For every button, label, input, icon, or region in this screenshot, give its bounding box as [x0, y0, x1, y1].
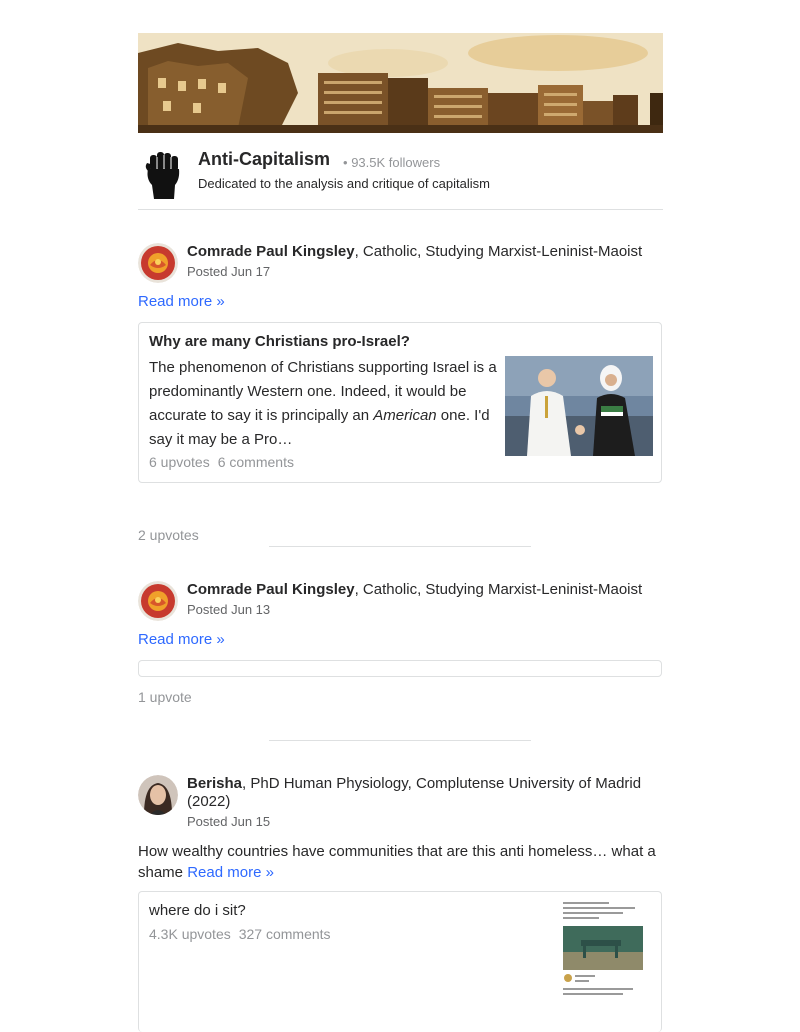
- card-comments[interactable]: 327 comments: [239, 926, 331, 942]
- shared-question-card[interactable]: where do i sit? 4.3K upvotes 327 comments: [138, 891, 662, 1032]
- answer-preview: The phenomenon of Christians supporting …: [149, 356, 499, 452]
- read-more-link[interactable]: Read more »: [138, 631, 225, 648]
- followers-count: 93.5K followers: [351, 155, 441, 170]
- author-line: Comrade Paul Kingsley, Catholic, Studyin…: [187, 243, 657, 261]
- post-upvotes[interactable]: 1 upvote: [138, 689, 192, 705]
- space-followers: • 93.5K followers: [343, 155, 440, 170]
- space-info: Anti-Capitalism • 93.5K followers Dedica…: [138, 133, 663, 210]
- card-comments[interactable]: 6 comments: [218, 454, 294, 470]
- author-avatar[interactable]: [138, 243, 178, 283]
- raised-fist-icon: [144, 149, 184, 201]
- author-avatar[interactable]: [138, 775, 178, 815]
- card-upvotes: 4.3K upvotes: [149, 926, 231, 942]
- post-date[interactable]: Posted Jun 15: [187, 814, 270, 829]
- read-more-link[interactable]: Read more »: [187, 864, 274, 881]
- author-name[interactable]: Berisha: [187, 775, 242, 792]
- card-stats: 6 upvotes 6 comments: [149, 454, 294, 470]
- post-upvotes[interactable]: 2 upvotes: [138, 527, 199, 543]
- space-description: Dedicated to the analysis and critique o…: [198, 176, 490, 191]
- card-upvotes: 6 upvotes: [149, 454, 210, 470]
- feed-divider: [269, 740, 531, 741]
- author-avatar[interactable]: [138, 581, 178, 621]
- author-credential: , PhD Human Physiology, Complutense Univ…: [187, 775, 642, 810]
- space-title[interactable]: Anti-Capitalism: [198, 149, 330, 170]
- shared-question-card[interactable]: Why are many Christians pro-Israel? The …: [138, 322, 662, 483]
- tweet-screenshot-thumbnail[interactable]: [559, 900, 649, 1000]
- answer-thumbnail-image[interactable]: [505, 356, 653, 456]
- empty-shared-card[interactable]: [138, 660, 662, 677]
- card-stats: 4.3K upvotes 327 comments: [149, 926, 331, 942]
- read-more-link[interactable]: Read more »: [138, 293, 225, 310]
- feed-post: Comrade Paul Kingsley, Catholic, Studyin…: [138, 581, 663, 711]
- post-date[interactable]: Posted Jun 17: [187, 264, 270, 279]
- answer-text-italic: American: [373, 407, 437, 424]
- author-name[interactable]: Comrade Paul Kingsley: [187, 243, 355, 260]
- feed-column: Anti-Capitalism • 93.5K followers Dedica…: [138, 33, 663, 1032]
- author-line: Berisha, PhD Human Physiology, Compluten…: [187, 775, 657, 811]
- feed-post: Comrade Paul Kingsley, Catholic, Studyin…: [138, 243, 663, 543]
- post-date[interactable]: Posted Jun 13: [187, 602, 270, 617]
- post-snippet: How wealthy countries have communities t…: [138, 841, 658, 883]
- feed-post: Berisha, PhD Human Physiology, Compluten…: [138, 775, 663, 1032]
- feed-divider: [269, 546, 531, 547]
- question-title[interactable]: Why are many Christians pro-Israel?: [149, 333, 410, 350]
- space-banner-image: [138, 33, 663, 133]
- author-line: Comrade Paul Kingsley, Catholic, Studyin…: [187, 581, 657, 599]
- question-title[interactable]: where do i sit?: [149, 902, 246, 919]
- author-name[interactable]: Comrade Paul Kingsley: [187, 581, 355, 598]
- author-credential: , Catholic, Studying Marxist-Leninist-Ma…: [354, 243, 643, 260]
- meta-separator: •: [343, 155, 348, 170]
- author-credential: , Catholic, Studying Marxist-Leninist-Ma…: [354, 581, 643, 598]
